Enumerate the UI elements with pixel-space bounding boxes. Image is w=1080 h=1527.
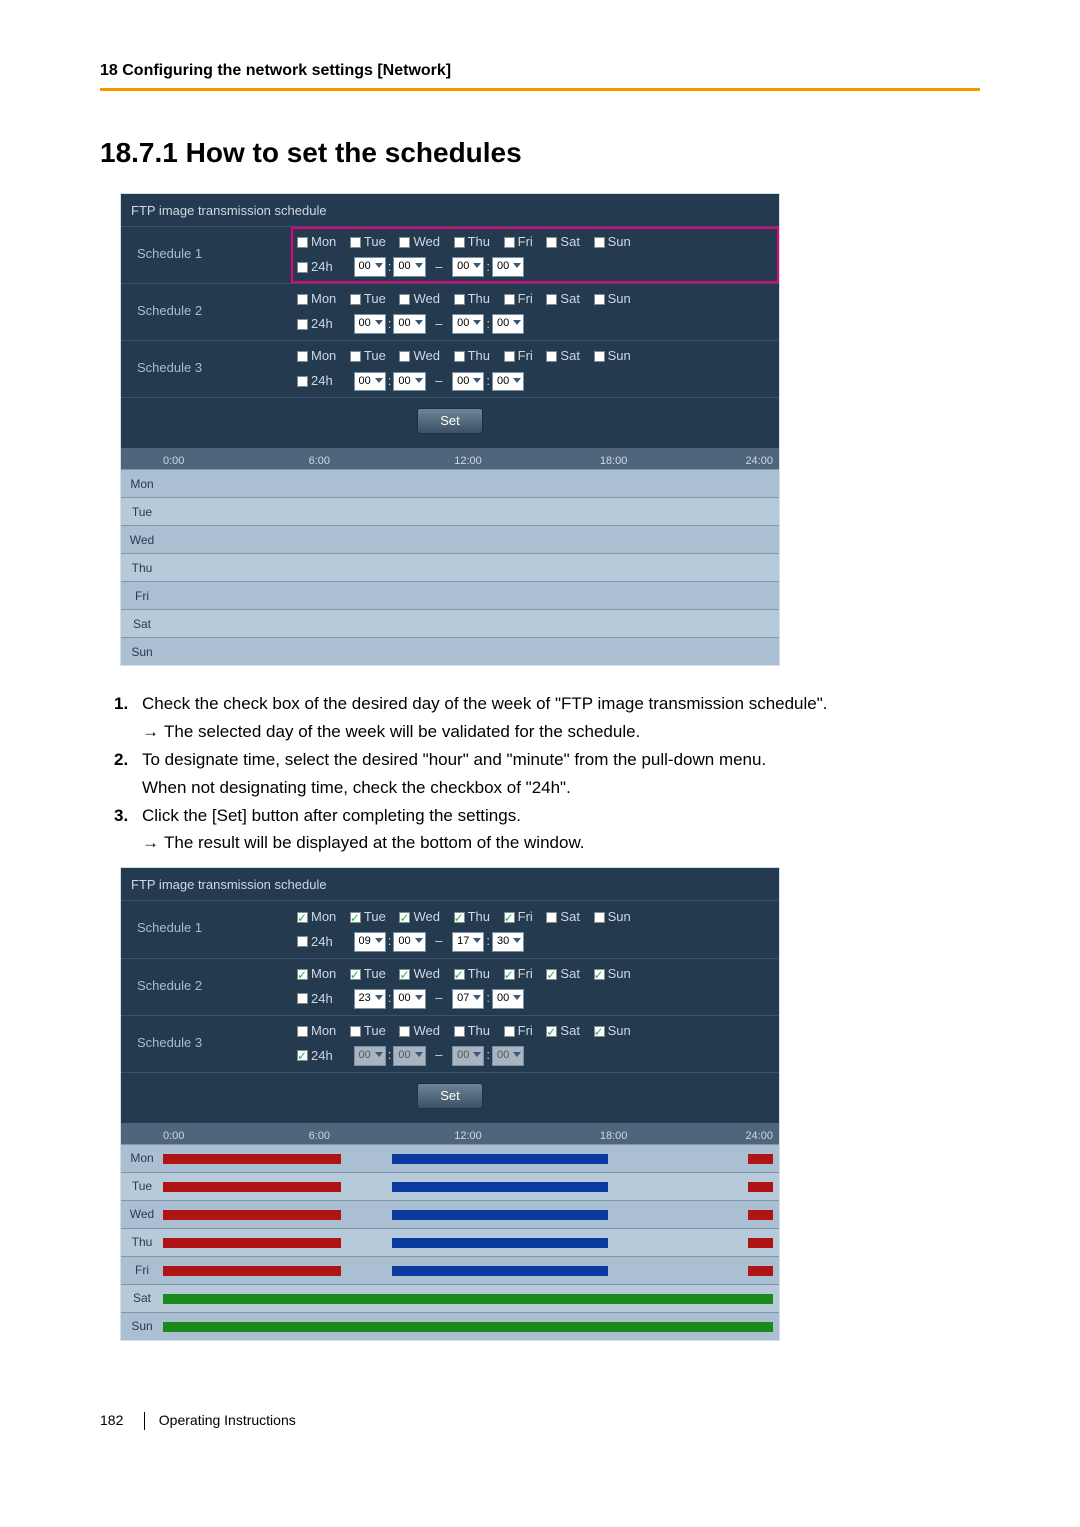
select-start-hour[interactable]: 00 bbox=[354, 372, 386, 391]
schedule-2-label: Schedule 2 bbox=[121, 284, 291, 340]
checkbox-sat[interactable] bbox=[546, 912, 557, 923]
checkbox-24h[interactable] bbox=[297, 1050, 308, 1061]
schedule-1-row: Schedule 1 Mon Tue Wed Thu Fri Sat Sun 2… bbox=[121, 900, 779, 957]
checkbox-sun[interactable] bbox=[594, 912, 605, 923]
checkbox-thu[interactable] bbox=[454, 969, 465, 980]
checkbox-tue[interactable] bbox=[350, 1026, 361, 1037]
screenshot-before: FTP image transmission schedule Schedule… bbox=[120, 193, 780, 667]
header-rule bbox=[100, 88, 980, 91]
checkbox-fri[interactable] bbox=[504, 969, 515, 980]
checkbox-wed[interactable] bbox=[399, 294, 410, 305]
checkbox-mon[interactable] bbox=[297, 294, 308, 305]
checkbox-wed[interactable] bbox=[399, 912, 410, 923]
checkbox-sun[interactable] bbox=[594, 351, 605, 362]
select-start-min[interactable]: 00 bbox=[393, 932, 425, 951]
checkbox-fri[interactable] bbox=[504, 351, 515, 362]
instructions-list: 1.Check the check box of the desired day… bbox=[114, 692, 980, 855]
select-start-min[interactable]: 00 bbox=[393, 257, 425, 276]
select-start-min[interactable]: 00 bbox=[393, 372, 425, 391]
select-start-hour: 00 bbox=[354, 1046, 386, 1065]
checkbox-thu[interactable] bbox=[454, 912, 465, 923]
doc-title: Operating Instructions bbox=[159, 1412, 296, 1428]
checkbox-fri[interactable] bbox=[504, 294, 515, 305]
select-end-hour: 00 bbox=[452, 1046, 484, 1065]
checkbox-fri[interactable] bbox=[504, 1026, 515, 1037]
schedule-1-row: Schedule 1 Mon Tue Wed Thu Fri Sat Sun 2… bbox=[121, 226, 779, 283]
checkbox-sun[interactable] bbox=[594, 237, 605, 248]
set-button[interactable]: Set bbox=[417, 1083, 483, 1109]
checkbox-thu[interactable] bbox=[454, 1026, 465, 1037]
select-end-min[interactable]: 00 bbox=[492, 314, 524, 333]
checkbox-tue[interactable] bbox=[350, 237, 361, 248]
schedule-chart-empty: 0:00 6:00 12:00 18:00 24:00 Mon Tue Wed … bbox=[121, 448, 779, 665]
select-end-min[interactable]: 00 bbox=[492, 257, 524, 276]
checkbox-mon[interactable] bbox=[297, 351, 308, 362]
select-end-min[interactable]: 30 bbox=[492, 932, 524, 951]
checkbox-mon[interactable] bbox=[297, 969, 308, 980]
checkbox-tue[interactable] bbox=[350, 294, 361, 305]
schedule-2-row: Schedule 2 Mon Tue Wed Thu Fri Sat Sun 2… bbox=[121, 958, 779, 1015]
select-start-min: 00 bbox=[393, 1046, 425, 1065]
section-heading: 18.7.1 How to set the schedules bbox=[100, 133, 980, 172]
select-start-hour[interactable]: 23 bbox=[354, 989, 386, 1008]
checkbox-sat[interactable] bbox=[546, 294, 557, 305]
select-end-hour[interactable]: 00 bbox=[452, 314, 484, 333]
page-footer: 182 Operating Instructions bbox=[100, 1411, 980, 1431]
checkbox-fri[interactable] bbox=[504, 237, 515, 248]
checkbox-sun[interactable] bbox=[594, 294, 605, 305]
breadcrumb: 18 Configuring the network settings [Net… bbox=[100, 60, 980, 88]
page-number: 182 bbox=[100, 1411, 140, 1431]
select-end-hour[interactable]: 07 bbox=[452, 989, 484, 1008]
schedule-1-label: Schedule 1 bbox=[121, 227, 291, 283]
checkbox-wed[interactable] bbox=[399, 237, 410, 248]
checkbox-24h[interactable] bbox=[297, 319, 308, 330]
checkbox-thu[interactable] bbox=[454, 237, 465, 248]
select-start-hour[interactable]: 09 bbox=[354, 932, 386, 951]
schedule-chart-filled: 0:00 6:00 12:00 18:00 24:00 MonTueWedThu… bbox=[121, 1123, 779, 1340]
set-button[interactable]: Set bbox=[417, 408, 483, 434]
checkbox-sat[interactable] bbox=[546, 1026, 557, 1037]
checkbox-fri[interactable] bbox=[504, 912, 515, 923]
checkbox-sun[interactable] bbox=[594, 969, 605, 980]
checkbox-wed[interactable] bbox=[399, 1026, 410, 1037]
panel-title: FTP image transmission schedule bbox=[121, 194, 779, 226]
checkbox-wed[interactable] bbox=[399, 351, 410, 362]
arrow-icon bbox=[142, 831, 164, 855]
checkbox-sat[interactable] bbox=[546, 351, 557, 362]
checkbox-sat[interactable] bbox=[546, 969, 557, 980]
checkbox-thu[interactable] bbox=[454, 294, 465, 305]
checkbox-tue[interactable] bbox=[350, 351, 361, 362]
checkbox-thu[interactable] bbox=[454, 351, 465, 362]
select-start-hour[interactable]: 00 bbox=[354, 257, 386, 276]
panel-title: FTP image transmission schedule bbox=[121, 868, 779, 900]
select-start-hour[interactable]: 00 bbox=[354, 314, 386, 333]
select-end-min: 00 bbox=[492, 1046, 524, 1065]
select-end-min[interactable]: 00 bbox=[492, 989, 524, 1008]
checkbox-tue[interactable] bbox=[350, 912, 361, 923]
schedule-2-row: Schedule 2 Mon Tue Wed Thu Fri Sat Sun 2… bbox=[121, 283, 779, 340]
select-start-min[interactable]: 00 bbox=[393, 989, 425, 1008]
checkbox-mon[interactable] bbox=[297, 1026, 308, 1037]
select-end-hour[interactable]: 00 bbox=[452, 257, 484, 276]
checkbox-sun[interactable] bbox=[594, 1026, 605, 1037]
arrow-icon bbox=[142, 720, 164, 744]
checkbox-sat[interactable] bbox=[546, 237, 557, 248]
checkbox-tue[interactable] bbox=[350, 969, 361, 980]
schedule-3-row: Schedule 3 Mon Tue Wed Thu Fri Sat Sun 2… bbox=[121, 340, 779, 397]
checkbox-mon[interactable] bbox=[297, 237, 308, 248]
screenshot-after: FTP image transmission schedule Schedule… bbox=[120, 867, 780, 1341]
schedule-3-row: Schedule 3 Mon Tue Wed Thu Fri Sat Sun 2… bbox=[121, 1015, 779, 1072]
checkbox-24h[interactable] bbox=[297, 376, 308, 387]
schedule-3-label: Schedule 3 bbox=[121, 341, 291, 397]
select-end-hour[interactable]: 17 bbox=[452, 932, 484, 951]
select-end-min[interactable]: 00 bbox=[492, 372, 524, 391]
checkbox-24h[interactable] bbox=[297, 993, 308, 1004]
checkbox-mon[interactable] bbox=[297, 912, 308, 923]
checkbox-24h[interactable] bbox=[297, 262, 308, 273]
checkbox-24h[interactable] bbox=[297, 936, 308, 947]
select-end-hour[interactable]: 00 bbox=[452, 372, 484, 391]
select-start-min[interactable]: 00 bbox=[393, 314, 425, 333]
checkbox-wed[interactable] bbox=[399, 969, 410, 980]
